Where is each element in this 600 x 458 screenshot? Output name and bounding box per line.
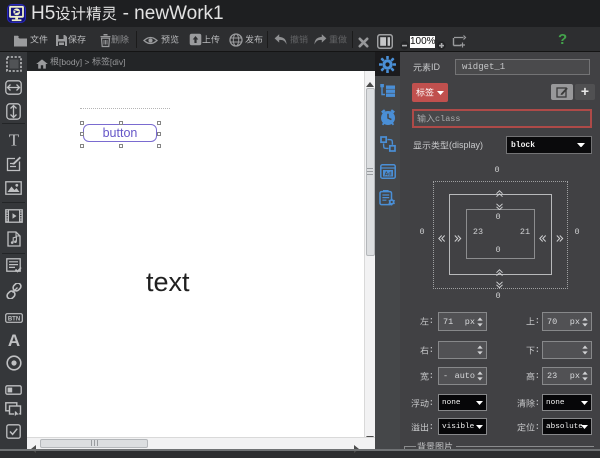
svg-text:BTN: BTN (7, 316, 19, 322)
svg-text:A: A (7, 332, 19, 347)
svg-text:Ad: Ad (384, 171, 391, 177)
svg-text:T: T (8, 133, 19, 147)
